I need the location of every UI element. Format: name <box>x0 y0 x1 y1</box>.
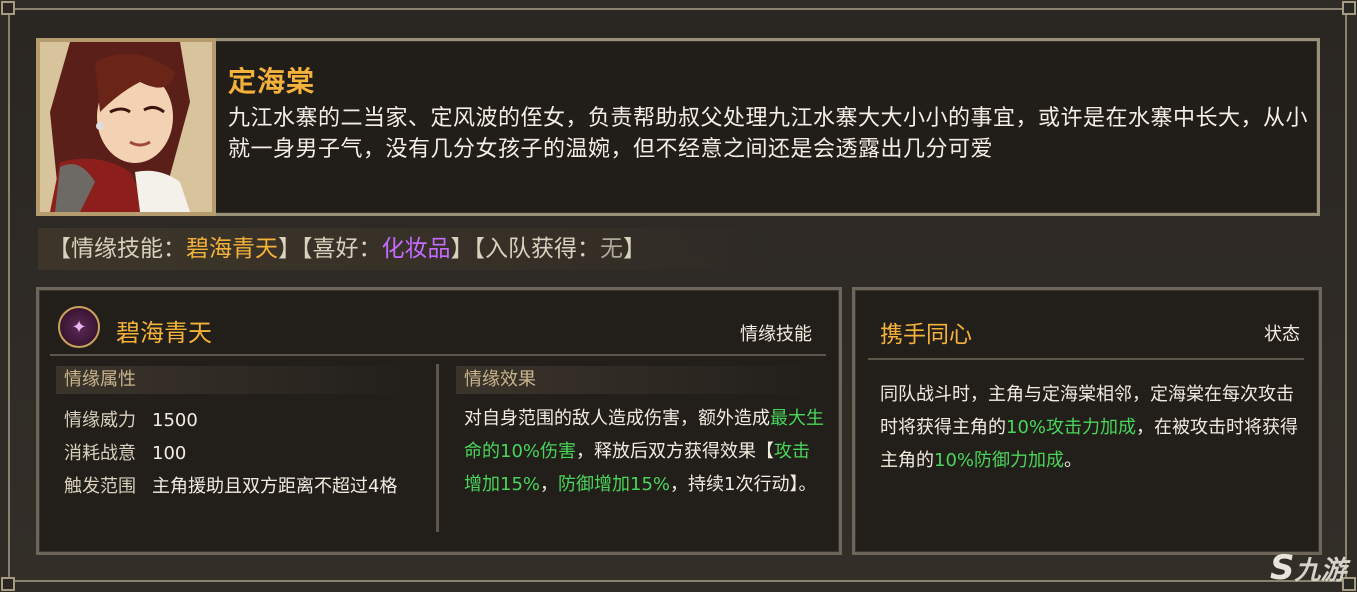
attr-value: 主角援助且双方距离不超过4格 <box>152 476 398 497</box>
attr-value: 100 <box>152 443 187 464</box>
effect-text-part: ，释放后双方获得效果【 <box>576 441 775 462</box>
skill-label: 【情缘技能： <box>48 236 186 262</box>
bracket-close: 】 <box>623 236 646 262</box>
watermark-glyph: S <box>1270 548 1295 588</box>
hobby-label: 【喜好： <box>301 236 382 262</box>
skill-divider <box>50 354 826 356</box>
character-name: 定海棠 <box>228 65 316 98</box>
status-divider <box>868 358 1304 360</box>
status-highlight: 10%防御力加成 <box>934 450 1065 471</box>
attr-key: 情缘威力 <box>64 410 136 431</box>
attr-row: 触发范围 主角援助且双方距离不超过4格 <box>64 472 397 498</box>
attr-value: 1500 <box>152 410 198 431</box>
attr-row: 消耗战意 100 <box>64 439 186 465</box>
info-bar: 【情缘技能：碧海青天】【喜好：化妆品】【入队获得：无】 <box>38 228 778 270</box>
skill-type: 情缘技能 <box>740 324 812 345</box>
watermark-logo: S九游 <box>1270 548 1347 588</box>
skill-effect: 对自身范围的敌人造成伤害，额外造成最大生命的10%伤害，释放后双方获得效果【攻击… <box>464 402 824 501</box>
effect-text-part: ， <box>540 474 559 495</box>
status-text-part: 。 <box>1064 450 1083 471</box>
skill-name: 碧海青天 <box>116 319 212 347</box>
bracket-close: 】 <box>278 236 301 262</box>
effect-header: 情缘效果 <box>456 366 816 394</box>
attr-row: 情缘威力 1500 <box>64 406 198 432</box>
effect-text-part: 对自身范围的敌人造成伤害，额外造成 <box>464 408 770 429</box>
frame-corner <box>1342 1 1356 15</box>
frame-corner <box>1 1 15 15</box>
frame-corner <box>1 577 15 591</box>
bracket-close: 】 <box>450 236 474 262</box>
status-name: 携手同心 <box>880 322 972 348</box>
skill-value[interactable]: 碧海青天 <box>186 236 278 262</box>
attr-header: 情缘属性 <box>56 366 416 394</box>
status-highlight: 10%攻击力加成 <box>1006 417 1137 438</box>
join-value: 无 <box>600 236 623 262</box>
hobby-value: 化妆品 <box>381 236 451 262</box>
attr-key: 触发范围 <box>64 476 136 497</box>
status-description: 同队战斗时，主角与定海棠相邻，定海棠在每次攻击时将获得主角的10%攻击力加成，在… <box>880 378 1310 477</box>
join-label: 【入队获得： <box>473 236 601 262</box>
status-type: 状态 <box>1264 324 1300 345</box>
character-portrait <box>36 38 216 216</box>
attr-key: 消耗战意 <box>64 443 136 464</box>
crystal-flower-icon: ✦ <box>58 306 100 348</box>
effect-highlight: 防御增加15% <box>558 474 671 495</box>
watermark-text: 九游 <box>1294 556 1347 586</box>
effect-text-part: ，持续1次行动】。 <box>670 474 817 495</box>
column-divider <box>436 364 439 532</box>
character-bio: 九江水寨的二当家、定风波的侄女，负责帮助叔父处理九江水寨大大小小的事宜，或许是在… <box>228 106 1309 162</box>
